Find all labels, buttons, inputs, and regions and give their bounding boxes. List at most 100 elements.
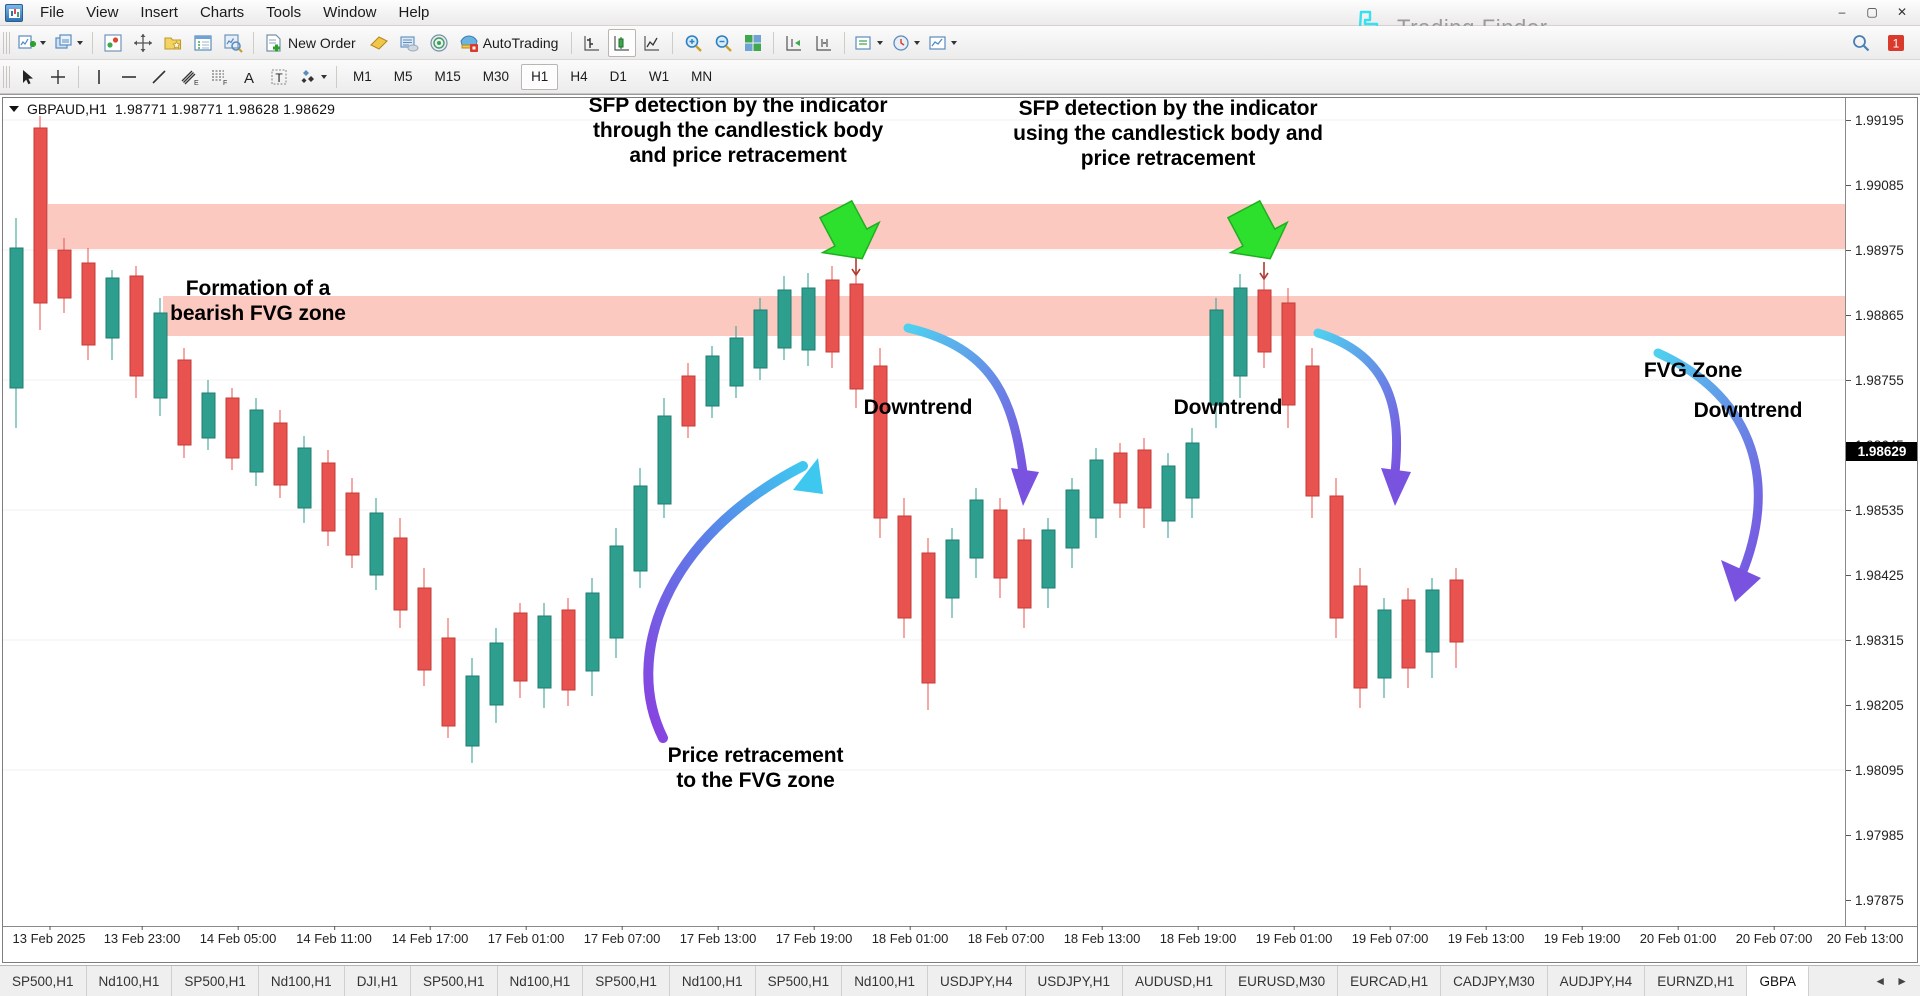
horizontal-line-button[interactable] xyxy=(115,63,143,91)
chart-tab[interactable]: EURNZD,H1 xyxy=(1645,966,1748,996)
auto-scroll-button[interactable] xyxy=(810,29,838,57)
candlestick-chart-icon xyxy=(614,35,630,51)
menu-window[interactable]: Window xyxy=(312,1,387,25)
toolbar-grip[interactable] xyxy=(3,31,10,54)
timeframe-h1[interactable]: H1 xyxy=(521,63,559,90)
periods-dropdown-icon[interactable] xyxy=(877,40,884,45)
search-button[interactable] xyxy=(1847,29,1875,57)
line-chart-button[interactable] xyxy=(638,29,666,57)
crosshair-tool-button[interactable] xyxy=(44,63,72,91)
close-button[interactable]: ✕ xyxy=(1888,2,1916,22)
new-chart-dropdown-icon[interactable] xyxy=(40,40,46,45)
menu-view[interactable]: View xyxy=(75,1,129,25)
vertical-line-button[interactable] xyxy=(85,63,113,91)
chart-tab[interactable]: SP500,H1 xyxy=(410,966,498,996)
market-watch-button[interactable] xyxy=(219,29,247,57)
indicators-button[interactable] xyxy=(99,29,127,57)
chart-tab[interactable]: Nd100,H1 xyxy=(669,966,756,996)
chart-tab[interactable]: EURCAD,H1 xyxy=(1338,966,1442,996)
chart-tab-bar: SP500,H1 Nd100,H1 SP500,H1 Nd100,H1 DJI,… xyxy=(0,965,1920,996)
periods-button[interactable] xyxy=(851,29,886,57)
chart-tab[interactable]: SP500,H1 xyxy=(172,966,259,996)
fibonacci-button[interactable]: F xyxy=(205,63,233,91)
objects-button[interactable] xyxy=(888,29,923,57)
chart-tab[interactable]: AUDJPY,H4 xyxy=(1547,966,1646,996)
price-axis[interactable]: 1.99195 1.99085 1.98975 1.98865 1.98755 … xyxy=(1845,98,1917,962)
chart-tab[interactable]: Nd100,H1 xyxy=(258,966,345,996)
profiles-button[interactable] xyxy=(51,29,86,57)
chart-tab[interactable]: Nd100,H1 xyxy=(842,966,928,996)
navigator-icon xyxy=(430,33,448,52)
timeframe-d1[interactable]: D1 xyxy=(600,64,637,90)
tab-scroll-left-icon[interactable]: ◄ xyxy=(1874,974,1886,988)
profiles-dropdown-icon[interactable] xyxy=(77,40,83,45)
timeframe-w1[interactable]: W1 xyxy=(639,64,679,90)
chart-tab[interactable]: CADJPY,M30 xyxy=(1441,966,1548,996)
new-chart-button[interactable] xyxy=(14,29,49,57)
timeframe-m5[interactable]: M5 xyxy=(384,64,423,90)
tile-windows-button[interactable] xyxy=(739,29,767,57)
cursor-button[interactable] xyxy=(14,63,42,91)
time-tick: 18 Feb 07:00 xyxy=(968,926,1044,946)
shapes-dropdown-icon[interactable] xyxy=(321,74,327,79)
equidistant-channel-button[interactable]: E xyxy=(175,63,203,91)
notification-badge-icon: 1 xyxy=(1888,34,1904,51)
tab-scroll-right-icon[interactable]: ► xyxy=(1896,974,1908,988)
maximize-button[interactable]: ▢ xyxy=(1858,2,1886,22)
data-window-button[interactable] xyxy=(189,29,217,57)
terminal-button[interactable] xyxy=(395,29,423,57)
properties-dropdown-icon[interactable] xyxy=(951,40,958,45)
chart-tab[interactable]: AUDUSD,H1 xyxy=(1123,966,1227,996)
menu-insert[interactable]: Insert xyxy=(129,1,189,25)
bar-chart-button[interactable] xyxy=(578,29,606,57)
strategy-tester-button[interactable] xyxy=(365,29,393,57)
chart-tab[interactable]: Nd100,H1 xyxy=(86,966,173,996)
autotrading-button[interactable]: AutoTrading xyxy=(455,29,566,57)
search-icon xyxy=(1853,34,1870,51)
toolbar-separator xyxy=(92,31,93,54)
zoom-out-button[interactable] xyxy=(709,29,737,57)
text-button[interactable]: A xyxy=(235,63,263,91)
time-tick: 20 Feb 07:00 xyxy=(1736,926,1812,946)
timeframe-m30[interactable]: M30 xyxy=(473,64,519,90)
chart-tab[interactable]: SP500,H1 xyxy=(755,966,843,996)
shapes-button[interactable] xyxy=(295,63,330,91)
crosshair-button[interactable] xyxy=(129,29,157,57)
zoom-in-button[interactable] xyxy=(679,29,707,57)
menu-tools[interactable]: Tools xyxy=(255,1,312,25)
chart-tab[interactable]: EURUSD,M30 xyxy=(1226,966,1339,996)
timeframe-m15[interactable]: M15 xyxy=(425,64,471,90)
price-tick: 1.98425 xyxy=(1846,567,1917,583)
menu-charts[interactable]: Charts xyxy=(189,1,255,25)
menu-file[interactable]: File xyxy=(29,1,75,25)
zoom-in-icon xyxy=(686,34,703,52)
text-label-button[interactable]: T xyxy=(265,63,293,91)
templates-button[interactable] xyxy=(159,29,187,57)
timeframe-mn[interactable]: MN xyxy=(681,64,722,90)
chart-menu-icon[interactable] xyxy=(9,106,19,112)
chart-shift-button[interactable] xyxy=(780,29,808,57)
chart-tab[interactable]: Nd100,H1 xyxy=(497,966,584,996)
chart-tab-active[interactable]: GBPA xyxy=(1747,966,1809,996)
navigator-button[interactable] xyxy=(425,29,453,57)
chart-plot-area[interactable]: SFP detection by the indicator through t… xyxy=(3,98,1845,926)
trendline-button[interactable] xyxy=(145,63,173,91)
chart-tab[interactable]: USDJPY,H4 xyxy=(927,966,1026,996)
timeframe-h4[interactable]: H4 xyxy=(560,64,597,90)
chart-tab[interactable]: DJI,H1 xyxy=(344,966,411,996)
candlestick-chart-button[interactable] xyxy=(608,28,637,57)
new-order-button[interactable]: New Order xyxy=(260,29,363,57)
toolbar-grip[interactable] xyxy=(3,65,10,88)
notifications-button[interactable]: 1 xyxy=(1882,29,1910,57)
time-axis[interactable]: 13 Feb 2025 13 Feb 23:00 14 Feb 05:00 14… xyxy=(3,926,1917,962)
properties-button[interactable] xyxy=(925,29,960,57)
chart-tab[interactable]: SP500,H1 xyxy=(583,966,670,996)
chart-tab[interactable]: SP500,H1 xyxy=(0,966,87,996)
chart-canvas[interactable]: GBPAUD,H1 1.98771 1.98771 1.98628 1.9862… xyxy=(2,97,1918,963)
menu-help[interactable]: Help xyxy=(388,1,441,25)
chart-tab[interactable]: USDJPY,H1 xyxy=(1025,966,1124,996)
svg-text:1: 1 xyxy=(1893,36,1900,50)
timeframe-m1[interactable]: M1 xyxy=(343,64,382,90)
minimize-button[interactable]: – xyxy=(1828,2,1856,22)
objects-dropdown-icon[interactable] xyxy=(914,40,921,45)
